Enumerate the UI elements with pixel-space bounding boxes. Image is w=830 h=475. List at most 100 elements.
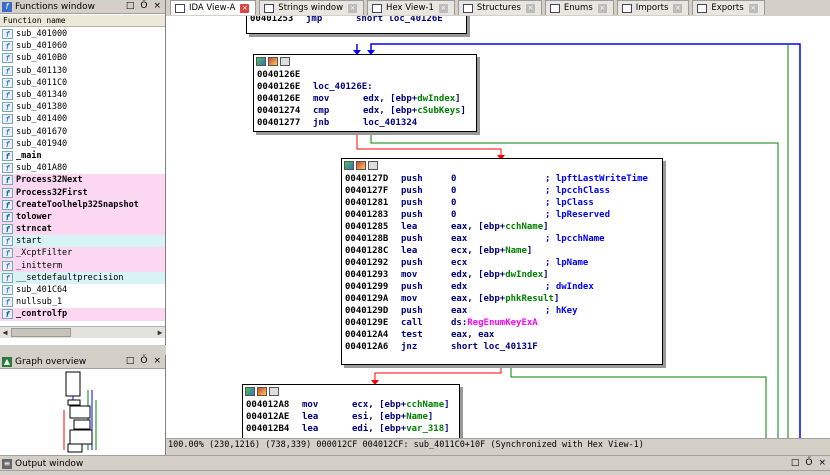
- function-list-item[interactable]: f CreateToolhelp32Snapshot: [0, 198, 165, 211]
- node-list-icon[interactable]: [280, 57, 290, 66]
- asm-mn: push: [401, 210, 423, 220]
- asm-line[interactable]: 0040129A mov eax, [ebp+phkResult]: [342, 293, 662, 305]
- asm-line[interactable]: 0040129E call ds:RegEnumKeyExA: [342, 317, 662, 329]
- function-list-item[interactable]: f tolower: [0, 210, 165, 223]
- function-list-item[interactable]: f sub_401A80: [0, 162, 165, 174]
- node-graph-icon[interactable]: [257, 387, 267, 396]
- asm-op-suffix: ]: [543, 222, 549, 232]
- asm-line[interactable]: 00401292 push ecx ; lpName: [342, 257, 662, 269]
- tab-close-icon[interactable]: ×: [597, 3, 607, 13]
- node-color-icon[interactable]: [245, 387, 255, 396]
- function-name-column-header[interactable]: Function name: [0, 15, 165, 27]
- asm-line[interactable]: 004012AE lea esi, [ebp+Name]: [243, 411, 459, 423]
- float-icon[interactable]: Ő: [805, 458, 812, 468]
- close-icon[interactable]: ×: [153, 356, 161, 366]
- tab-hex-view-1[interactable]: Hex View-1 ×: [367, 0, 455, 15]
- restore-icon[interactable]: □: [126, 356, 135, 366]
- tab-enums[interactable]: Enums ×: [544, 0, 614, 15]
- asm-line[interactable]: 00401293 mov edx, [ebp+dwIndex]: [342, 269, 662, 281]
- scroll-right-icon[interactable]: ▶: [155, 327, 165, 338]
- function-list-item[interactable]: f sub_4011C0: [0, 77, 165, 89]
- function-list-item[interactable]: f sub_401340: [0, 89, 165, 101]
- function-name: tolower: [16, 211, 52, 222]
- node-color-icon[interactable]: [344, 161, 354, 170]
- graph-overview-title: Graph overview: [15, 356, 87, 367]
- tab-imports[interactable]: Imports ×: [616, 0, 690, 15]
- node-list-icon[interactable]: [269, 387, 279, 396]
- scroll-left-icon[interactable]: ◀: [0, 327, 10, 338]
- tab-ida-view-a[interactable]: IDA View-A ×: [170, 0, 257, 15]
- function-list-item[interactable]: f Process32First: [0, 186, 165, 199]
- function-list-item[interactable]: f __setdefaultprecision: [0, 271, 165, 284]
- function-list-item[interactable]: f sub_401130: [0, 65, 165, 77]
- function-list-item[interactable]: f _controlfp: [0, 308, 165, 321]
- asm-line[interactable]: 00401285 lea eax, [ebp+cchName]: [342, 221, 662, 233]
- asm-line[interactable]: 00401281 push 0 ; lpClass: [342, 197, 662, 209]
- restore-icon[interactable]: □: [791, 458, 800, 468]
- code-block-jmp[interactable]: 00401253 jmp short loc_40126E: [246, 16, 467, 34]
- asm-line[interactable]: 0040127F push 0 ; lpcchClass: [342, 185, 662, 197]
- tab-close-icon[interactable]: ×: [748, 3, 758, 13]
- function-list-item[interactable]: f sub_401380: [0, 101, 165, 113]
- function-list-item[interactable]: f sub_401670: [0, 126, 165, 138]
- function-list-item[interactable]: f sub_401000: [0, 28, 165, 40]
- tab-structures[interactable]: Structures ×: [457, 0, 542, 15]
- asm-line[interactable]: 00401283 push 0 ; lpReserved: [342, 209, 662, 221]
- output-window-titlebar: ≡ Output window □ Ő ×: [0, 457, 830, 471]
- graph-overview-canvas[interactable]: [0, 370, 165, 454]
- restore-icon[interactable]: □: [126, 1, 135, 11]
- code-block-004012A8[interactable]: 004012A8 mov ecx, [ebp+cchName] 004012AE lea…: [242, 384, 460, 438]
- tab-close-icon[interactable]: ×: [673, 3, 683, 13]
- float-icon[interactable]: Ő: [140, 1, 147, 11]
- tab-close-icon[interactable]: ×: [240, 3, 250, 13]
- function-icon: f: [2, 285, 13, 296]
- function-list-item[interactable]: f nullsub_1: [0, 296, 165, 308]
- function-list-item[interactable]: f Process32Next: [0, 174, 165, 187]
- node-list-icon[interactable]: [368, 161, 378, 170]
- asm-line[interactable]: 00401253 jmp short loc_40126E: [247, 16, 466, 25]
- function-list-item[interactable]: f sub_4010B0: [0, 52, 165, 64]
- asm-line[interactable]: 0040128B push eax ; lpcchName: [342, 233, 662, 245]
- tab-strings-window[interactable]: Strings window ×: [259, 0, 365, 15]
- asm-line[interactable]: 00401299 push edx ; dwIndex: [342, 281, 662, 293]
- close-icon[interactable]: ×: [818, 458, 826, 468]
- asm-line[interactable]: 0040126E: [254, 69, 476, 81]
- function-list-item[interactable]: f strncat: [0, 223, 165, 236]
- asm-line[interactable]: 004012A4 test eax, eax: [342, 329, 662, 341]
- asm-addr: 0040127D: [345, 174, 389, 184]
- tab-exports[interactable]: Exports ×: [692, 0, 765, 15]
- scrollbar-thumb[interactable]: [11, 328, 71, 337]
- asm-line[interactable]: 0040126E loc_40126E:: [254, 81, 476, 93]
- function-name: Process32First: [16, 187, 88, 198]
- function-list-item[interactable]: f _XcptFilter: [0, 247, 165, 260]
- asm-line[interactable]: 0040128C lea ecx, [ebp+Name]: [342, 245, 662, 257]
- node-graph-icon[interactable]: [268, 57, 278, 66]
- ida-view-graph[interactable]: 00401253 jmp short loc_40126E 0040126E 0040…: [166, 16, 830, 438]
- asm-line[interactable]: 00401274 cmp edx, [ebp+cSubKeys]: [254, 105, 476, 117]
- asm-line[interactable]: 004012A8 mov ecx, [ebp+cchName]: [243, 399, 459, 411]
- asm-var: var_318: [406, 424, 445, 434]
- float-icon[interactable]: Ő: [140, 356, 147, 366]
- tab-close-icon[interactable]: ×: [525, 3, 535, 13]
- function-list-item[interactable]: f sub_401C64: [0, 284, 165, 296]
- node-graph-icon[interactable]: [356, 161, 366, 170]
- function-list-item[interactable]: f sub_401940: [0, 138, 165, 150]
- asm-line[interactable]: 00401277 jnb loc_401324: [254, 117, 476, 129]
- function-list-item[interactable]: f sub_401060: [0, 40, 165, 52]
- horizontal-scrollbar[interactable]: ◀ ▶: [0, 326, 165, 338]
- function-list-item[interactable]: f start: [0, 235, 165, 248]
- function-list-item[interactable]: f sub_401400: [0, 113, 165, 125]
- code-block-regenum[interactable]: 0040127D push 0; lpftLastWriteTime 0040127F…: [341, 158, 663, 365]
- asm-line[interactable]: 0040129D push eax ; hKey: [342, 305, 662, 317]
- asm-line[interactable]: 004012B4 lea edi, [ebp+var_318]: [243, 423, 459, 435]
- node-color-icon[interactable]: [256, 57, 266, 66]
- asm-line[interactable]: 0040126E mov edx, [ebp+dwIndex]: [254, 93, 476, 105]
- close-icon[interactable]: ×: [153, 1, 161, 11]
- function-list-item[interactable]: f _initterm: [0, 259, 165, 272]
- tab-close-icon[interactable]: ×: [348, 3, 358, 13]
- asm-line[interactable]: 0040127D push 0 ; lpftLastWriteTime: [342, 173, 662, 185]
- asm-line[interactable]: 004012A6 jnz short loc_40131F: [342, 341, 662, 353]
- tab-close-icon[interactable]: ×: [438, 3, 448, 13]
- code-block-loc-40126E[interactable]: 0040126E 0040126E loc_40126E: 0040126E mov ed…: [253, 54, 477, 132]
- function-list-item[interactable]: f _main: [0, 150, 165, 162]
